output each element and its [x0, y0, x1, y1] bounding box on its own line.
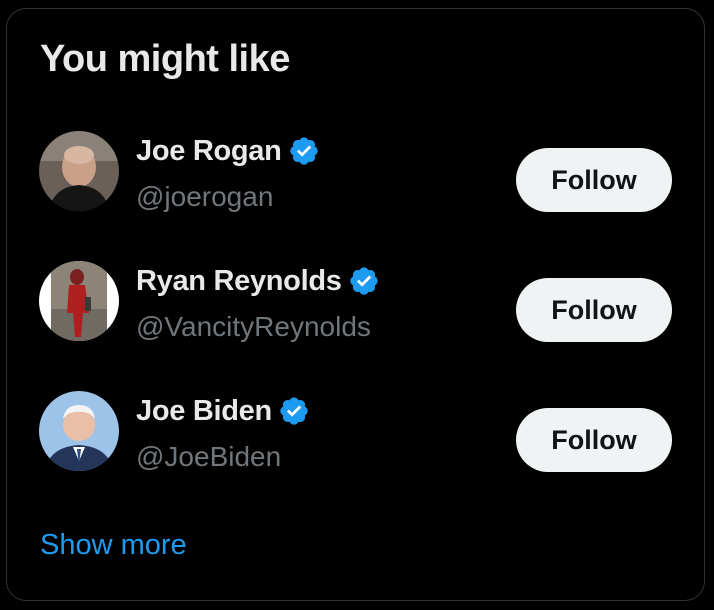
follow-button[interactable]: Follow [516, 408, 672, 472]
verified-badge-icon [288, 135, 320, 167]
follow-button[interactable]: Follow [516, 278, 672, 342]
avatar[interactable] [39, 131, 119, 211]
account-row-vancityreynolds[interactable]: Ryan Reynolds @VancityReynolds Follow [7, 257, 704, 357]
verified-badge-icon [348, 265, 380, 297]
account-row-joebiden[interactable]: Joe Biden @JoeBiden Follow [7, 387, 704, 487]
verified-badge-icon [278, 395, 310, 427]
account-handle: @JoeBiden [136, 441, 282, 472]
account-name[interactable]: Joe Biden [136, 395, 272, 428]
follow-button[interactable]: Follow [516, 148, 672, 212]
who-to-follow-panel: You might like Joe Rogan @joerogan Follo… [6, 8, 705, 601]
account-name[interactable]: Joe Rogan [136, 135, 282, 168]
avatar[interactable] [39, 261, 119, 341]
panel-title: You might like [40, 38, 290, 80]
show-more-link[interactable]: Show more [40, 529, 187, 562]
avatar[interactable] [39, 391, 119, 471]
account-row-joerogan[interactable]: Joe Rogan @joerogan Follow [7, 127, 704, 227]
account-handle: @VancityReynolds [136, 311, 371, 342]
account-handle: @joerogan [136, 181, 274, 212]
account-name[interactable]: Ryan Reynolds [136, 265, 342, 298]
